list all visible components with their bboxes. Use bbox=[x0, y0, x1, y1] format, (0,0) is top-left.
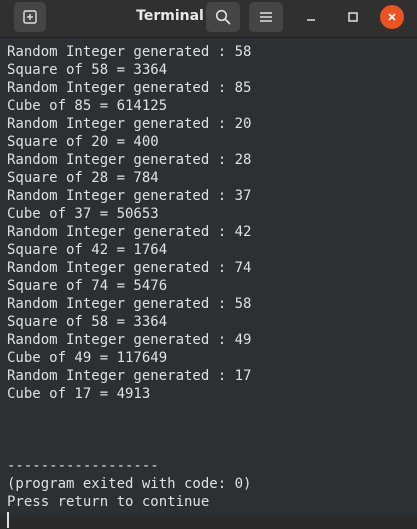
terminal-line: Square of 20 = 400 bbox=[7, 134, 159, 150]
terminal-line: Square of 28 = 784 bbox=[7, 170, 159, 186]
terminal-line: Square of 42 = 1764 bbox=[7, 242, 168, 258]
terminal-line: Random Integer generated : 49 bbox=[7, 332, 252, 348]
close-icon bbox=[388, 13, 396, 21]
new-tab-button[interactable] bbox=[14, 2, 46, 32]
minimize-button[interactable] bbox=[299, 5, 323, 29]
terminal-line: ------------------ bbox=[7, 458, 159, 474]
terminal-line: Cube of 49 = 117649 bbox=[7, 350, 168, 366]
hamburger-menu-icon bbox=[260, 12, 272, 22]
terminal-line: Square of 58 = 3364 bbox=[7, 314, 168, 330]
terminal-line: Cube of 37 = 50653 bbox=[7, 206, 159, 222]
terminal-line: Square of 74 = 5476 bbox=[7, 278, 168, 294]
prompt-line bbox=[7, 511, 417, 529]
terminal-line: Random Integer generated : 28 bbox=[7, 152, 252, 168]
terminal-line: Square of 58 = 3364 bbox=[7, 62, 168, 78]
close-button[interactable] bbox=[380, 5, 404, 29]
terminal-line: (program exited with code: 0) bbox=[7, 476, 252, 492]
new-tab-icon bbox=[23, 10, 37, 24]
terminal-line: Random Integer generated : 20 bbox=[7, 116, 252, 132]
scrollbar[interactable] bbox=[412, 40, 416, 510]
terminal-line: Press return to continue bbox=[7, 494, 210, 510]
terminal-line: Random Integer generated : 37 bbox=[7, 188, 252, 204]
terminal-line: Cube of 17 = 4913 bbox=[7, 386, 151, 402]
terminal-line: Random Integer generated : 58 bbox=[7, 296, 252, 312]
terminal-line: Random Integer generated : 17 bbox=[7, 368, 252, 384]
terminal-output[interactable]: Random Integer generated : 58 Square of 5… bbox=[0, 38, 417, 528]
search-button[interactable] bbox=[206, 2, 240, 32]
terminal-window: Terminal Random Integer generated: 58 S… bbox=[0, 0, 417, 528]
terminal-line: Random Integer generated : 74 bbox=[7, 260, 252, 276]
titlebar: Terminal bbox=[0, 0, 417, 38]
minimize-icon bbox=[307, 19, 315, 21]
text-cursor bbox=[7, 512, 9, 528]
terminal-line: Random Integer generated : 58 bbox=[7, 44, 252, 60]
maximize-button[interactable] bbox=[341, 5, 365, 29]
search-icon bbox=[215, 9, 231, 25]
terminal-line: Random Integer generated : 85 bbox=[7, 80, 252, 96]
maximize-icon bbox=[348, 12, 358, 22]
menu-button[interactable] bbox=[249, 2, 283, 32]
terminal-line: Random Integer generated : 42 bbox=[7, 224, 252, 240]
terminal-line: Cube of 85 = 614125 bbox=[7, 98, 168, 114]
